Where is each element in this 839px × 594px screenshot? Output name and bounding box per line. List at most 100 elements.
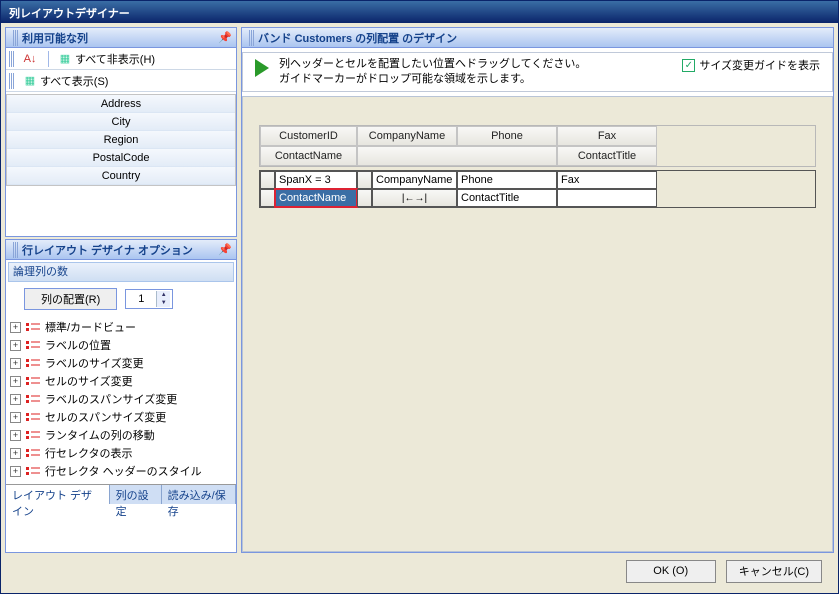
- column-count-spinner[interactable]: ▲▼: [125, 289, 173, 309]
- prop-icon: [25, 376, 41, 386]
- pin-icon[interactable]: 📌: [218, 31, 232, 44]
- tree-item[interactable]: +ラベルの位置: [10, 336, 232, 354]
- row-selector[interactable]: [260, 189, 275, 207]
- grid-icon: ▦: [22, 73, 38, 89]
- title-text: 列レイアウトデザイナー: [9, 8, 130, 20]
- available-columns-header: 利用可能な列 📌: [6, 28, 236, 48]
- tree-item[interactable]: +ランタイムの列の移動: [10, 426, 232, 444]
- head-companyname[interactable]: CompanyName: [357, 126, 457, 146]
- data-grid: SpanX = 3 CompanyName Phone Fax ContactN…: [259, 170, 816, 208]
- tree-item[interactable]: +セルのスパンサイズ変更: [10, 408, 232, 426]
- spin-down[interactable]: ▼: [157, 299, 170, 307]
- show-guides-label: サイズ変更ガイドを表示: [699, 57, 820, 73]
- head-phone[interactable]: Phone: [457, 126, 557, 146]
- design-surface[interactable]: CustomerID CompanyName Phone Fax Contact…: [242, 96, 833, 552]
- tree-item[interactable]: +標準/カードビュー: [10, 318, 232, 336]
- expand-icon[interactable]: +: [10, 358, 21, 369]
- prop-icon: [25, 412, 41, 422]
- list-item[interactable]: PostalCode: [7, 149, 235, 167]
- cell-phone[interactable]: Phone: [457, 171, 557, 189]
- header-grid: CustomerID CompanyName Phone Fax Contact…: [259, 125, 816, 167]
- left-tabs: レイアウト デザイン 列の設定 読み込み/保存: [6, 484, 236, 504]
- hide-all-button[interactable]: ▦ すべて非表示(H): [53, 49, 159, 69]
- dialog-window: 列レイアウトデザイナー 利用可能な列 📌 A↓: [0, 0, 839, 594]
- play-icon: [255, 59, 269, 77]
- title-bar[interactable]: 列レイアウトデザイナー: [1, 1, 838, 23]
- info-bar: 列ヘッダーとセルを配置したい位置へドラッグしてください。 ガイドマーカーがドロッ…: [242, 52, 833, 92]
- grid-icon: ▦: [57, 51, 73, 67]
- expand-icon[interactable]: +: [10, 466, 21, 477]
- list-item[interactable]: Address: [7, 95, 235, 113]
- check-icon: ✓: [682, 59, 695, 72]
- drag-handle-cell[interactable]: |←→|: [372, 189, 457, 207]
- prop-icon: [25, 430, 41, 440]
- design-header-label: バンド Customers の列配置 のデザイン: [258, 30, 457, 46]
- available-columns-panel: 利用可能な列 📌 A↓ ▦ すべて非表示(H): [5, 27, 237, 237]
- ok-button[interactable]: OK (O): [626, 560, 716, 583]
- cell-company[interactable]: CompanyName: [372, 171, 457, 189]
- expand-icon[interactable]: +: [10, 394, 21, 405]
- design-panel: バンド Customers の列配置 のデザイン 列ヘッダーとセルを配置したい位…: [241, 27, 834, 553]
- expand-icon[interactable]: +: [10, 448, 21, 459]
- list-item[interactable]: Country: [7, 167, 235, 185]
- grip-icon: [249, 30, 255, 46]
- hide-all-label: すべて非表示(H): [75, 51, 155, 67]
- options-header-label: 行レイアウト デザイナ オプション: [22, 242, 193, 258]
- grip-icon: [13, 30, 19, 46]
- cell-contacttitle[interactable]: ContactTitle: [457, 189, 557, 207]
- prop-icon: [25, 394, 41, 404]
- prop-icon: [25, 340, 41, 350]
- expand-icon[interactable]: +: [10, 322, 21, 333]
- head-customerid[interactable]: CustomerID: [260, 126, 357, 146]
- grip-icon: [9, 51, 15, 67]
- logical-cols-label: 論理列の数: [8, 262, 234, 282]
- info-line1: 列ヘッダーとセルを配置したい位置へドラッグしてください。: [279, 57, 586, 72]
- head-contacttitle[interactable]: ContactTitle: [557, 146, 657, 166]
- prop-icon: [25, 448, 41, 458]
- head-empty: [357, 146, 557, 166]
- sort-icon: A↓: [22, 51, 38, 67]
- row-selector[interactable]: [357, 189, 372, 207]
- grip-icon: [13, 242, 19, 258]
- tree-item[interactable]: +セルのサイズ変更: [10, 372, 232, 390]
- tree-item[interactable]: +行セレクタの表示: [10, 444, 232, 462]
- cell-empty[interactable]: [557, 189, 657, 207]
- grip-icon: [9, 73, 15, 89]
- show-all-label: すべて表示(S): [40, 73, 108, 89]
- info-line2: ガイドマーカーがドロップ可能な領域を示します。: [279, 72, 586, 87]
- head-contactname[interactable]: ContactName: [260, 146, 357, 166]
- expand-icon[interactable]: +: [10, 376, 21, 387]
- expand-icon[interactable]: +: [10, 340, 21, 351]
- row-selector[interactable]: [260, 171, 275, 189]
- show-all-button[interactable]: ▦ すべて表示(S): [18, 71, 112, 91]
- head-fax[interactable]: Fax: [557, 126, 657, 146]
- spin-up[interactable]: ▲: [157, 291, 170, 299]
- cell-fax[interactable]: Fax: [557, 171, 657, 189]
- options-header: 行レイアウト デザイナ オプション 📌: [6, 240, 236, 260]
- tree-item[interactable]: +行セレクタ ヘッダーのスタイル: [10, 462, 232, 480]
- list-item[interactable]: Region: [7, 131, 235, 149]
- column-count-input[interactable]: [126, 293, 156, 305]
- tab-column-settings[interactable]: 列の設定: [110, 485, 162, 504]
- sort-button[interactable]: A↓: [18, 49, 44, 69]
- available-columns-list: Address City Region PostalCode Country: [6, 94, 236, 186]
- prop-icon: [25, 466, 41, 476]
- expand-icon[interactable]: +: [10, 430, 21, 441]
- expand-icon[interactable]: +: [10, 412, 21, 423]
- tab-load-save[interactable]: 読み込み/保存: [162, 485, 236, 504]
- prop-icon: [25, 322, 41, 332]
- list-item[interactable]: City: [7, 113, 235, 131]
- options-tree: +標準/カードビュー +ラベルの位置 +ラベルのサイズ変更 +セルのサイズ変更 …: [8, 316, 234, 482]
- cancel-button[interactable]: キャンセル(C): [726, 560, 822, 583]
- row-selector[interactable]: [357, 171, 372, 189]
- cell-spanx[interactable]: SpanX = 3: [275, 171, 357, 189]
- available-columns-label: 利用可能な列: [22, 30, 88, 46]
- show-guides-checkbox[interactable]: ✓ サイズ変更ガイドを表示: [682, 57, 820, 73]
- pin-icon[interactable]: 📌: [218, 243, 232, 256]
- design-header: バンド Customers の列配置 のデザイン: [242, 28, 833, 48]
- cell-contactname-selected[interactable]: ContactName: [275, 189, 357, 207]
- tree-item[interactable]: +ラベルのサイズ変更: [10, 354, 232, 372]
- tab-layout-design[interactable]: レイアウト デザイン: [6, 485, 110, 504]
- column-arrange-button[interactable]: 列の配置(R): [24, 288, 117, 310]
- tree-item[interactable]: +ラベルのスパンサイズ変更: [10, 390, 232, 408]
